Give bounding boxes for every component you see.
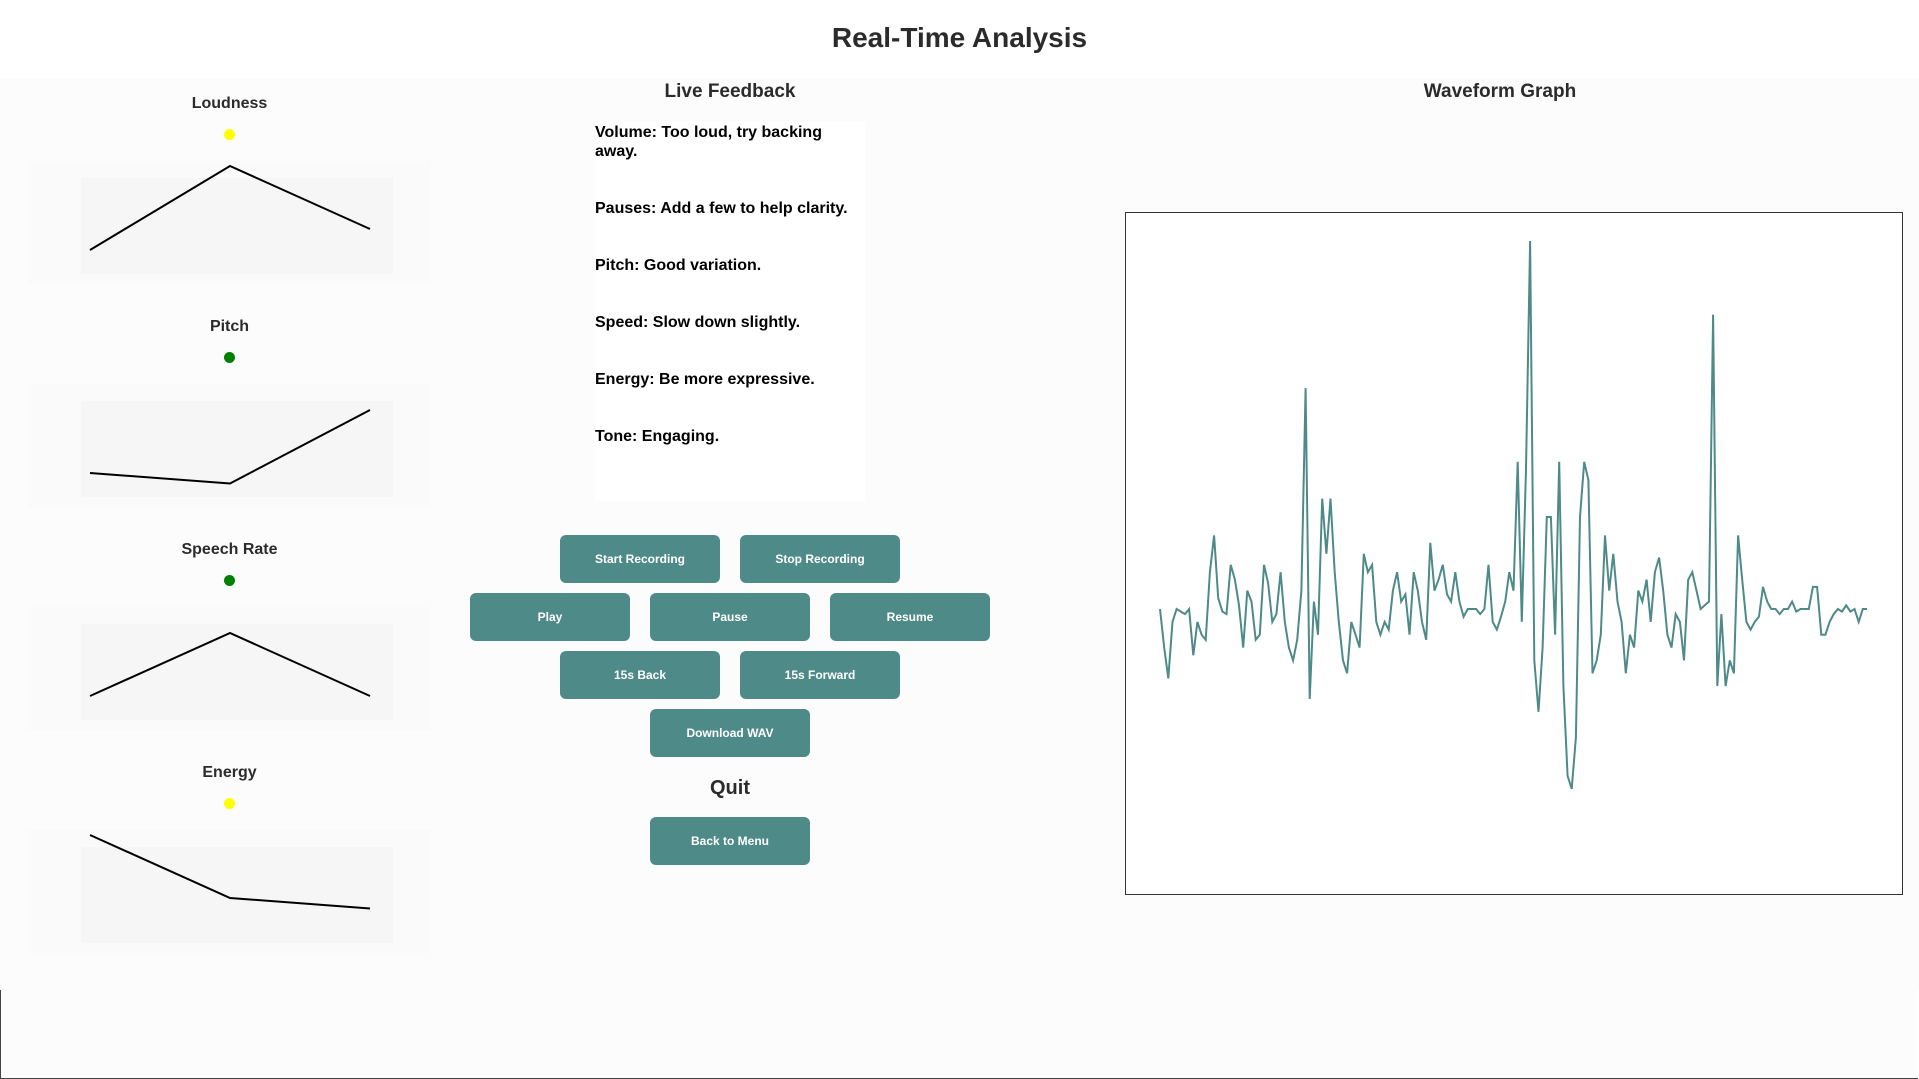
waveform-line (1159, 240, 1867, 790)
metric-label-pitch: Pitch (209, 318, 250, 335)
feedback-tone: Tone: Engaging. (595, 428, 720, 445)
page-title: Real-Time Analysis (831, 22, 1088, 53)
play-button[interactable]: Play (470, 593, 630, 641)
feedback-pauses: Pauses: Add a few to help clarity. (595, 200, 848, 217)
feedback-energy: Energy: Be more expressive. (595, 371, 815, 388)
start-recording-button[interactable]: Start Recording (560, 535, 720, 583)
waveform-title: Waveform Graph (1423, 81, 1577, 102)
feedback-box: Volume: Too loud, try backing away. Paus… (595, 121, 865, 501)
download-wav-button[interactable]: Download WAV (650, 709, 810, 757)
metric-label-energy: Energy (202, 764, 257, 781)
energy-status-dot (224, 798, 235, 809)
feedback-pitch: Pitch: Good variation. (595, 257, 762, 274)
metric-label-speech-rate: Speech Rate (181, 541, 278, 558)
bottom-strip (0, 990, 1918, 1079)
stop-recording-button[interactable]: Stop Recording (740, 535, 900, 583)
waveform-graph (1125, 212, 1903, 895)
loudness-status-dot (224, 129, 235, 140)
speech-rate-status-dot (224, 575, 235, 586)
resume-button[interactable]: Resume (830, 593, 990, 641)
feedback-volume: Volume: Too loud, try backing away. (595, 124, 822, 160)
loudness-trend-graph (28, 161, 431, 284)
pitch-trend-graph (28, 384, 431, 507)
back-to-menu-button[interactable]: Back to Menu (650, 817, 810, 865)
quit-label: Quit (710, 777, 750, 799)
pitch-status-dot (224, 352, 235, 363)
back-15s-button[interactable]: 15s Back (560, 651, 720, 699)
energy-trend-graph (28, 830, 431, 953)
metric-label-loudness: Loudness (191, 95, 268, 112)
forward-15s-button[interactable]: 15s Forward (740, 651, 900, 699)
speech-rate-trend-graph (28, 607, 431, 730)
feedback-title: Live Feedback (664, 81, 796, 102)
pause-button[interactable]: Pause (650, 593, 810, 641)
feedback-speed: Speed: Slow down slightly. (595, 314, 801, 331)
waveform-plot (1159, 240, 1867, 790)
